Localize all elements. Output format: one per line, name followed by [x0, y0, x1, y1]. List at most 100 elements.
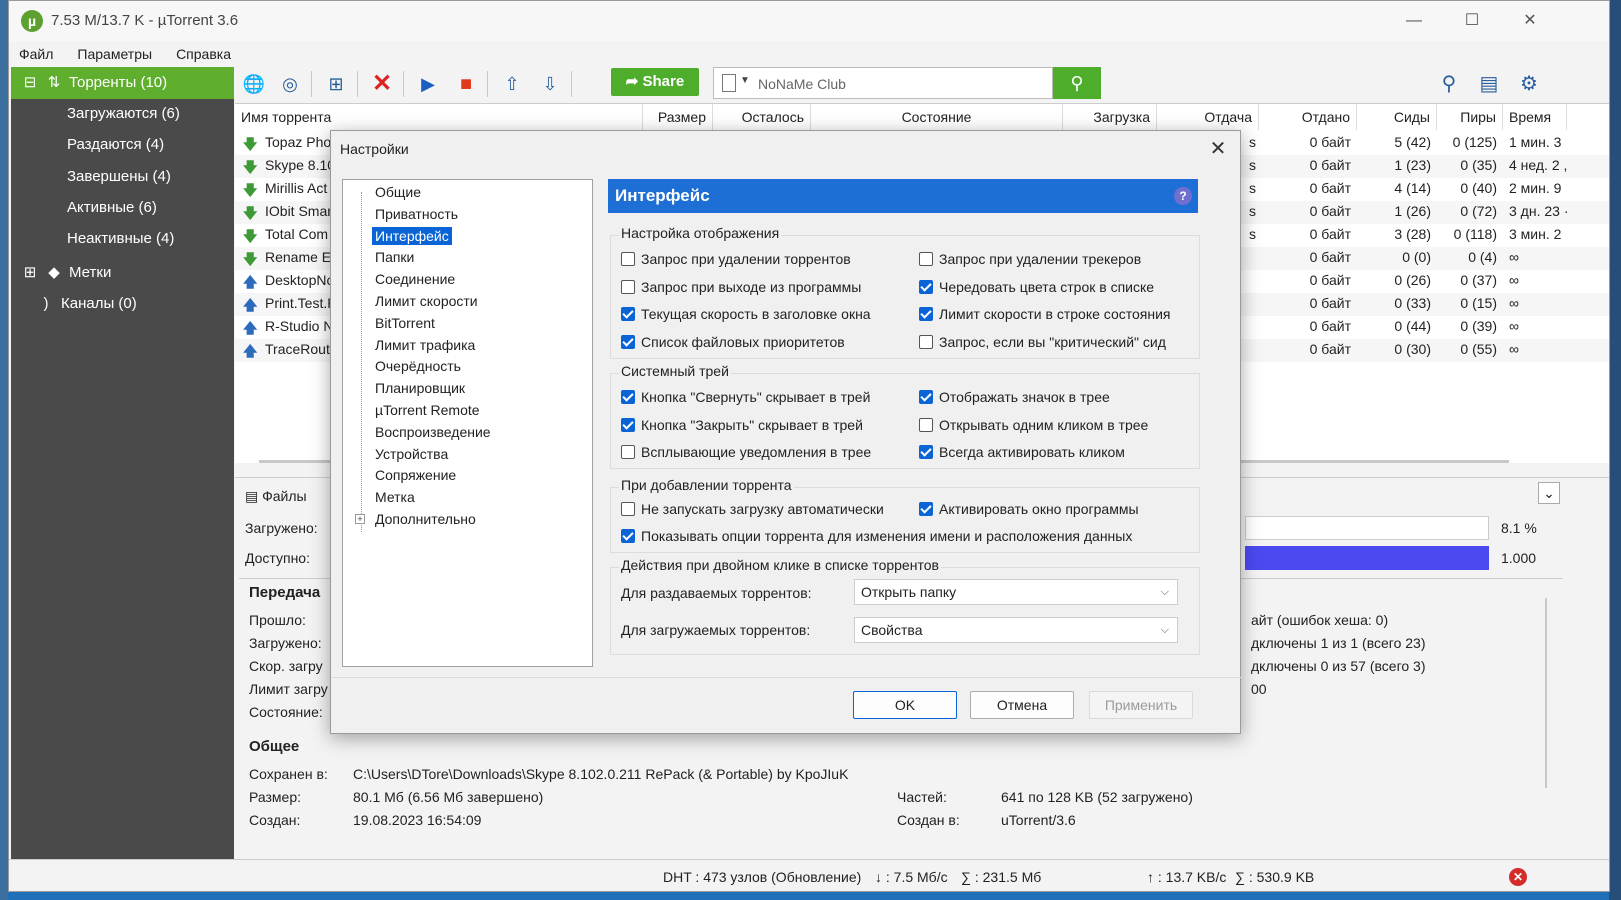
search-button[interactable]: ⚲	[1053, 67, 1101, 99]
checkbox-option[interactable]: Активировать окно программы	[919, 501, 1139, 517]
status-download[interactable]: ↓ : 7.5 Мб/с	[875, 869, 948, 885]
checkbox-option[interactable]: Всегда активировать кликом	[919, 444, 1125, 460]
tree-item[interactable]: BitTorrent	[372, 314, 438, 332]
search-provider-icon[interactable]	[722, 74, 736, 92]
stop-icon[interactable]: ■	[451, 69, 481, 99]
apply-button[interactable]: Применить	[1089, 691, 1193, 719]
sidebar-item-downloading[interactable]: Загружаются (6)	[67, 105, 180, 122]
checkbox-checked-icon[interactable]	[621, 390, 635, 404]
tree-item[interactable]: Папки	[372, 248, 417, 266]
tree-item[interactable]: Метка	[372, 488, 418, 506]
tree-item[interactable]: Приватность	[372, 205, 461, 223]
status-dht[interactable]: DHT : 473 узлов (Обновление)	[663, 869, 861, 885]
tree-item[interactable]: µTorrent Remote	[372, 401, 483, 419]
checkbox-unchecked-icon[interactable]	[919, 334, 933, 349]
checkbox-option[interactable]: Запрос при удалении трекеров	[919, 251, 1141, 267]
start-icon[interactable]: ▶	[413, 69, 443, 99]
tree-item[interactable]: Сопряжение	[372, 466, 459, 484]
expand-icon[interactable]: ⊞	[21, 263, 39, 281]
sidebar-item-inactive[interactable]: Неактивные (4)	[67, 230, 174, 247]
checkbox-checked-icon[interactable]	[621, 307, 635, 321]
sidebar-item-completed[interactable]: Завершены (4)	[67, 168, 171, 185]
menu-help[interactable]: Справка	[176, 41, 231, 67]
checkbox-option[interactable]: Запрос при выходе из программы	[621, 279, 861, 295]
checkbox-checked-icon[interactable]	[621, 417, 635, 432]
sidebar-item-seeding[interactable]: Раздаются (4)	[67, 136, 164, 153]
find-icon[interactable]: ⚲	[1433, 69, 1465, 99]
tree-expand-icon[interactable]: +	[355, 514, 365, 524]
menu-file[interactable]: Файл	[19, 41, 53, 67]
tree-item[interactable]: Устройства	[372, 445, 451, 463]
close-window-icon[interactable]: ✕	[1507, 7, 1553, 35]
minimize-icon[interactable]: —	[1391, 7, 1437, 35]
tree-item[interactable]: Лимит скорости	[372, 292, 481, 310]
checkbox-checked-icon[interactable]	[621, 334, 635, 349]
checkbox-checked-icon[interactable]	[919, 502, 933, 516]
checkbox-option[interactable]: Всплывающие уведомления в трее	[621, 444, 871, 460]
settings-icon[interactable]: ⚙	[1513, 69, 1545, 99]
sidebar-item-active[interactable]: Активные (6)	[67, 199, 157, 216]
checkbox-unchecked-icon[interactable]	[621, 279, 635, 294]
checkbox-unchecked-icon[interactable]	[919, 252, 933, 266]
checkbox-option[interactable]: Запрос, если вы "критический" сид	[919, 334, 1166, 350]
col-time[interactable]: Время	[1503, 104, 1567, 130]
checkbox-checked-icon[interactable]	[919, 307, 933, 321]
checkbox-option[interactable]: Текущая скорость в заголовке окна	[621, 306, 871, 322]
move-down-icon[interactable]: ⇩	[535, 69, 565, 99]
tree-item[interactable]: Общие	[372, 183, 424, 201]
sidebar-item-torrents-row[interactable]: ⊟ ⇅ Торренты (10)	[21, 73, 167, 91]
checkbox-option[interactable]: Чередовать цвета строк в списке	[919, 279, 1154, 295]
sidebar-item-feeds[interactable]: ) Каналы (0)	[37, 295, 137, 312]
tree-item[interactable]: Дополнительно	[372, 510, 479, 528]
tree-item[interactable]: Планировщик	[372, 379, 468, 397]
tree-item[interactable]: Интерфейс	[372, 226, 452, 245]
checkbox-checked-icon[interactable]	[919, 390, 933, 404]
search-input[interactable]	[758, 73, 1048, 95]
collapse-icon[interactable]: ⊟	[21, 73, 39, 91]
ok-button[interactable]: OK	[853, 691, 957, 719]
network-error-icon[interactable]: ✕	[1509, 868, 1527, 886]
checkbox-checked-icon[interactable]	[919, 445, 933, 459]
tree-item[interactable]: Лимит трафика	[372, 336, 478, 354]
status-upload[interactable]: ↑ : 13.7 KB/c	[1147, 869, 1226, 885]
col-remaining[interactable]: Осталось	[713, 104, 811, 130]
tree-item[interactable]: Соединение	[372, 270, 458, 288]
checkbox-checked-icon[interactable]	[919, 279, 933, 294]
col-uploaded[interactable]: Отдано	[1259, 104, 1357, 130]
checkbox-option[interactable]: Не запускать загрузку автоматически	[621, 501, 884, 517]
col-upload[interactable]: Отдача	[1157, 104, 1259, 130]
checkbox-option[interactable]: Показывать опции торрента для изменения …	[621, 528, 1132, 544]
dialog-close-icon[interactable]: ✕	[1203, 135, 1233, 163]
remove-icon[interactable]: ✕	[367, 69, 397, 99]
col-seeds[interactable]: Сиды	[1357, 104, 1437, 130]
add-torrent-icon[interactable]: ⊞	[321, 69, 351, 99]
col-name[interactable]: Имя торрента	[235, 104, 643, 130]
checkbox-option[interactable]: Лимит скорости в строке состояния	[919, 306, 1171, 322]
checkbox-unchecked-icon[interactable]	[919, 417, 933, 432]
sidebar-item-labels[interactable]: ⊞ ◆ Метки	[21, 263, 112, 281]
dl-action-select[interactable]: Свойства ⌵	[854, 617, 1178, 643]
checkbox-option[interactable]: Кнопка "Свернуть" скрывает в трей	[621, 389, 870, 405]
menu-options[interactable]: Параметры	[77, 41, 152, 67]
move-up-icon[interactable]: ⇧	[497, 69, 527, 99]
tab-files[interactable]: ▤ Файлы	[245, 488, 307, 505]
cancel-button[interactable]: Отмена	[970, 691, 1074, 719]
col-size[interactable]: Размер	[643, 104, 713, 130]
expand-panel-icon[interactable]: ⌄	[1538, 482, 1560, 504]
checkbox-unchecked-icon[interactable]	[621, 502, 635, 516]
search-provider-dropdown-icon[interactable]: ▼	[740, 75, 750, 86]
add-url-icon[interactable]: 🌐	[239, 69, 269, 99]
share-button[interactable]: ➦ Share	[611, 68, 699, 96]
col-peers[interactable]: Пиры	[1437, 104, 1503, 130]
tree-item[interactable]: Воспроизведение	[372, 423, 494, 441]
remote-icon[interactable]: ▤	[1473, 69, 1505, 99]
tree-item[interactable]: Очерёдность	[372, 357, 464, 375]
checkbox-option[interactable]: Кнопка "Закрыть" скрывает в трей	[621, 417, 863, 433]
col-status[interactable]: Состояние	[811, 104, 1063, 130]
vertical-scrollbar[interactable]	[1545, 598, 1547, 788]
seed-action-select[interactable]: Открыть папку ⌵	[854, 579, 1178, 605]
checkbox-option[interactable]: Список файловых приоритетов	[621, 334, 845, 350]
checkbox-checked-icon[interactable]	[621, 529, 635, 543]
maximize-icon[interactable]: ☐	[1449, 7, 1495, 35]
checkbox-unchecked-icon[interactable]	[621, 252, 635, 266]
